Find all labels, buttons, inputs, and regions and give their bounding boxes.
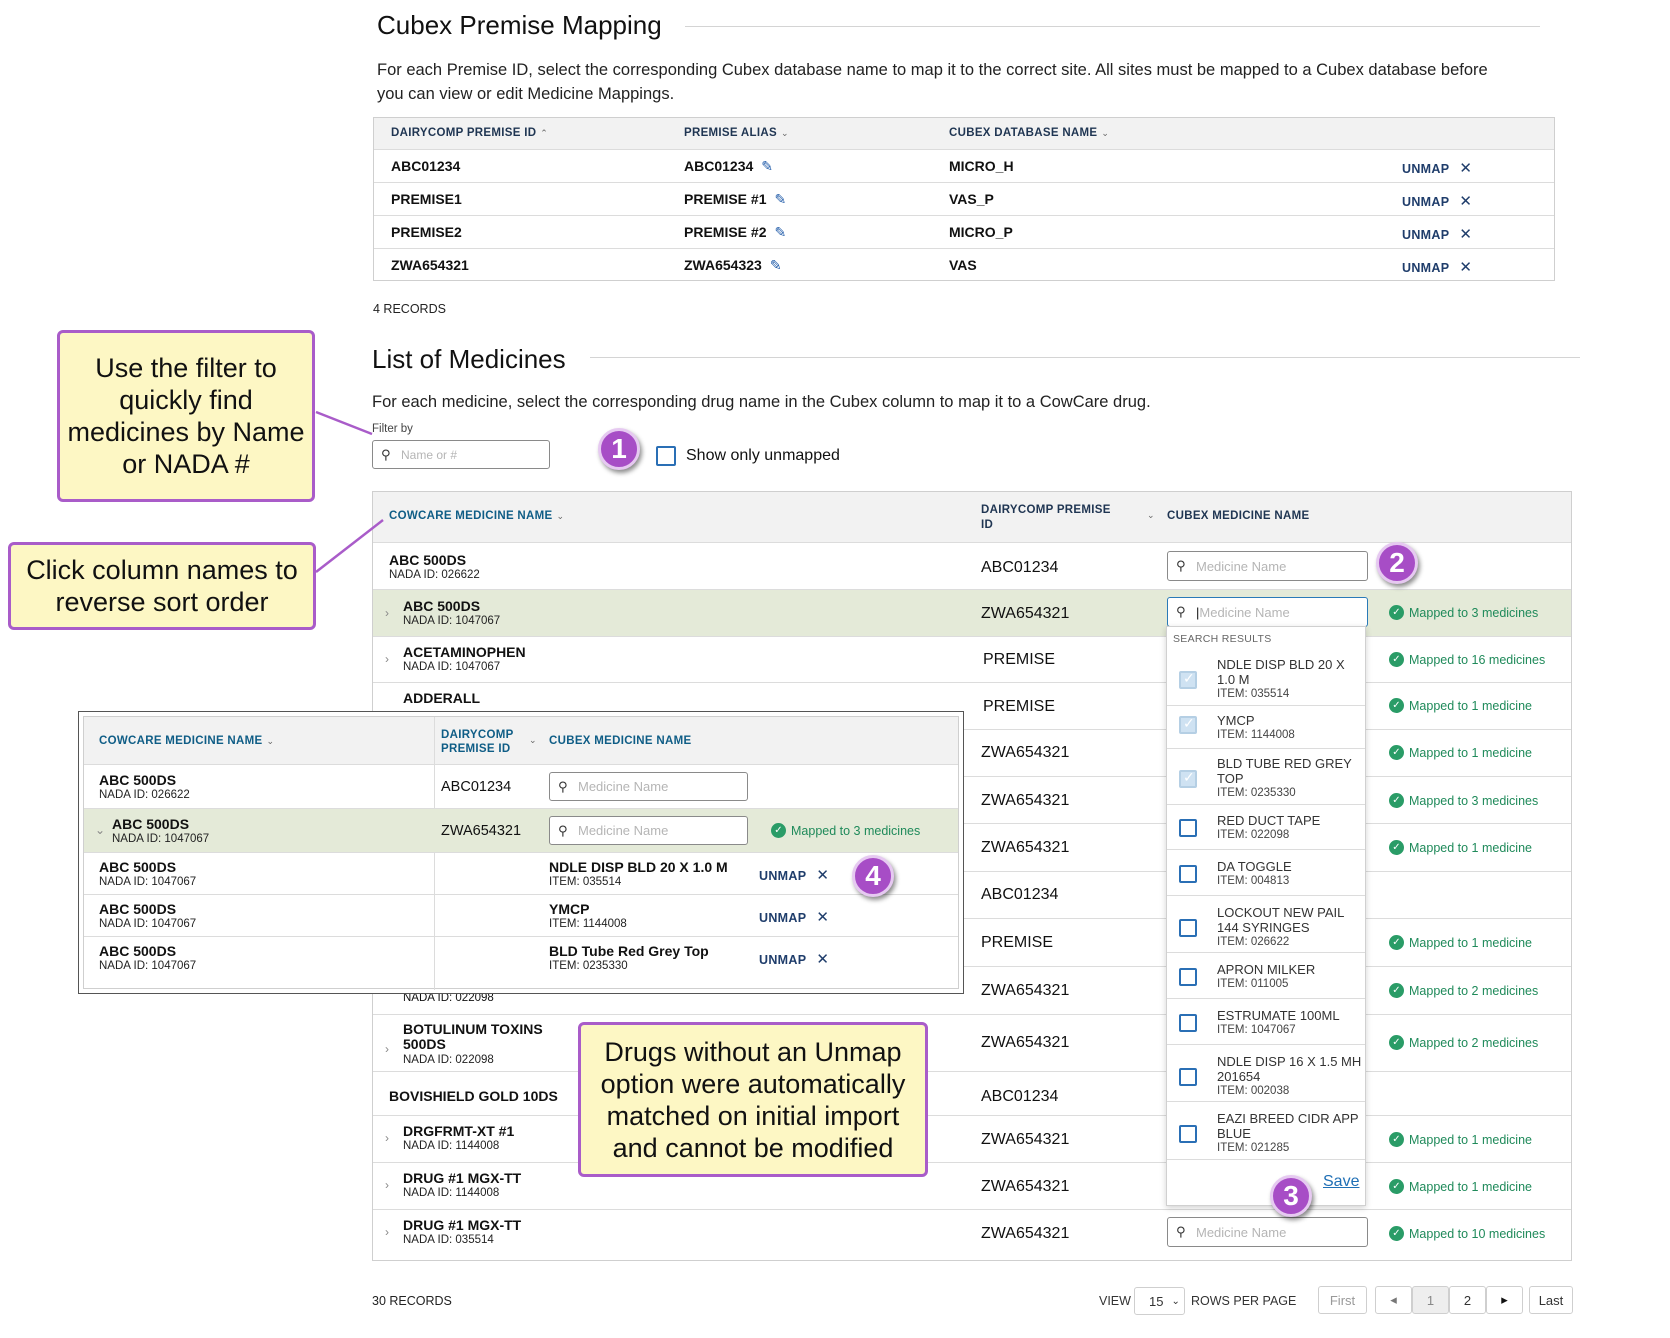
callout-sort: Click column names to reverse sort order	[8, 542, 316, 630]
callout-leader-line	[315, 519, 384, 573]
step-badge-1: 1	[598, 428, 640, 470]
callout-filter: Use the filter to quickly find medicines…	[57, 330, 315, 502]
callout-auto-matched: Drugs without an Unmap option were autom…	[578, 1022, 928, 1177]
callout-leader-line	[315, 410, 373, 436]
step-badge-3: 3	[1270, 1175, 1312, 1217]
step-badge-4: 4	[852, 855, 894, 897]
step-badge-2: 2	[1376, 542, 1418, 584]
